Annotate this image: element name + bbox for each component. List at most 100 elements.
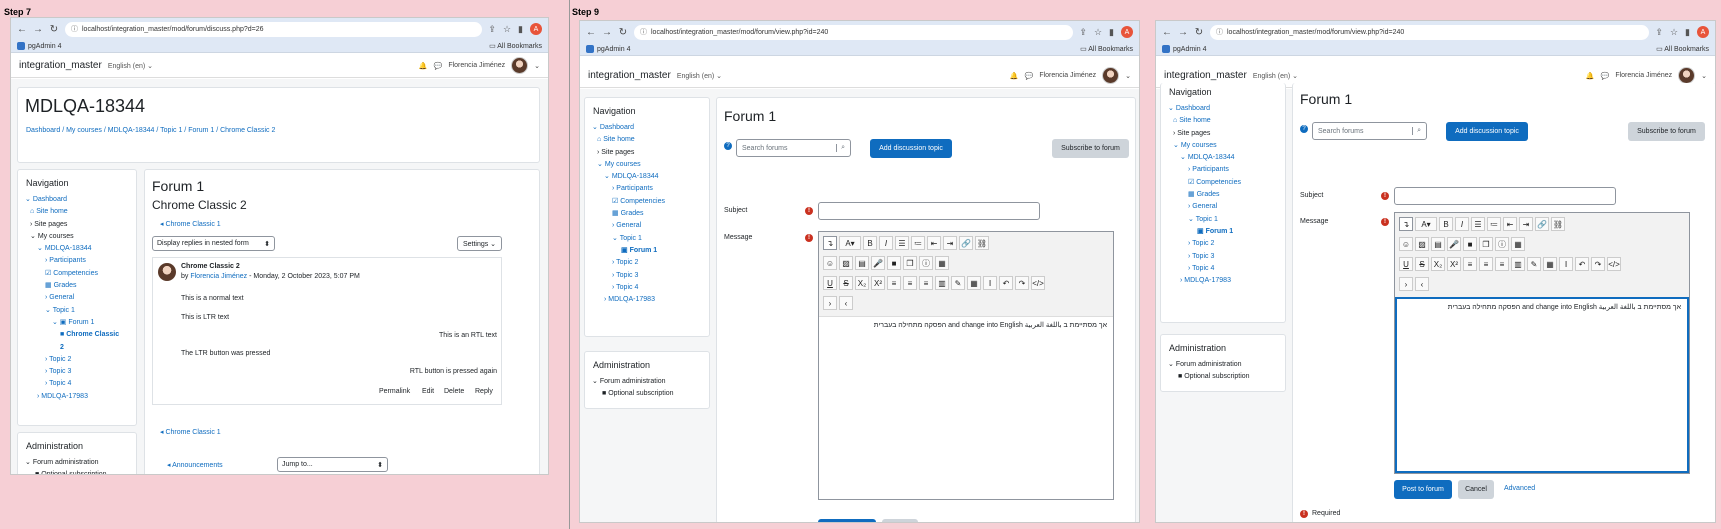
table-icon[interactable]: ▦ (967, 276, 981, 290)
nav-topic2[interactable]: › Topic 2 (25, 354, 136, 366)
h5p-icon[interactable]: ⓘ (919, 256, 933, 270)
record-video-icon[interactable]: ■ (1463, 237, 1477, 251)
direction-icon[interactable]: ↴ (1399, 217, 1413, 231)
optional-subscription[interactable]: ■ Optional subscription (1168, 371, 1285, 383)
reload-icon[interactable]: ↻ (618, 27, 628, 38)
nav-dashboard[interactable]: ⌄ Dashboard (1168, 103, 1285, 115)
nav-topic2[interactable]: › Topic 2 (592, 257, 709, 269)
outdent-icon[interactable]: ⇤ (927, 236, 941, 250)
html-icon[interactable]: </> (1607, 257, 1621, 271)
record-audio-icon[interactable]: 🎤 (1447, 237, 1461, 251)
bookmark-pgadmin[interactable]: pgAdmin 4 (17, 42, 61, 50)
avatar[interactable] (1102, 67, 1120, 84)
crumb[interactable]: Topic 1 (160, 127, 182, 134)
back-icon[interactable]: ← (586, 27, 596, 38)
redo-icon[interactable]: ↷ (1015, 276, 1029, 290)
unlink-icon[interactable]: ⛓ (1551, 217, 1565, 231)
edit-icon[interactable]: ✎ (951, 276, 965, 290)
emoji-icon[interactable]: ☺ (823, 256, 837, 270)
optional-subscription[interactable]: ■ Optional subscription (25, 469, 136, 474)
nav-dashboard[interactable]: ⌄ Dashboard (25, 194, 136, 206)
search-icon[interactable]: ⌕ (1412, 127, 1421, 135)
nav-topic2[interactable]: › Topic 2 (1168, 238, 1285, 250)
permalink-link[interactable]: Permalink (379, 388, 410, 395)
align-right-icon[interactable]: ≡ (1495, 257, 1509, 271)
nav-site-pages[interactable]: › Site pages (592, 147, 709, 159)
address-bar[interactable]: ⓘ localhost/integration_master/mod/forum/… (1210, 24, 1650, 40)
nav-grades[interactable]: ▦ Grades (25, 280, 136, 292)
reload-icon[interactable]: ↻ (49, 24, 59, 35)
search-input[interactable]: Search forums ⌕ (736, 139, 851, 157)
sidepanel-icon[interactable]: ▮ (1685, 27, 1690, 38)
user-name[interactable]: Florencia Jiménez (448, 62, 505, 69)
bell-icon[interactable]: 🔔 (1586, 72, 1595, 80)
share-icon[interactable]: ⇪ (1655, 27, 1663, 38)
nav-competencies[interactable]: ☑ Competencies (1168, 177, 1285, 189)
record-audio-icon[interactable]: 🎤 (871, 256, 885, 270)
nav-course[interactable]: ⌄ MDLQA-18344 (592, 171, 709, 183)
nav-course[interactable]: ⌄ MDLQA-18344 (25, 243, 136, 255)
crumb[interactable]: Forum 1 (188, 127, 214, 134)
delete-link[interactable]: Delete (444, 388, 464, 395)
address-bar[interactable]: ⓘ localhost/integration_master/mod/forum/… (65, 21, 483, 37)
nav-participants[interactable]: › Participants (1168, 164, 1285, 176)
media-icon[interactable]: ▤ (855, 256, 869, 270)
edit-icon[interactable]: ✎ (1527, 257, 1541, 271)
chat-icon[interactable]: 💬 (434, 62, 443, 70)
nav-my-courses[interactable]: ⌄ My courses (1168, 140, 1285, 152)
subscript-icon[interactable]: X₂ (855, 276, 869, 290)
nav-my-courses[interactable]: ⌄ My courses (592, 159, 709, 171)
nav-competencies[interactable]: ☑ Competencies (25, 268, 136, 280)
crumb[interactable]: Chrome Classic 2 (220, 127, 275, 134)
share-icon[interactable]: ⇪ (488, 24, 496, 35)
chat-icon[interactable]: 💬 (1601, 72, 1610, 80)
nav-site-home[interactable]: ⌂ Site home (592, 134, 709, 146)
underline-icon[interactable]: U (1399, 257, 1413, 271)
number-list-icon[interactable]: ≔ (911, 236, 925, 250)
indent-icon[interactable]: ⇥ (943, 236, 957, 250)
nav-topic4[interactable]: › Topic 4 (592, 282, 709, 294)
equation-icon[interactable]: ▥ (1511, 257, 1525, 271)
cursor-icon[interactable]: Ⅰ (1559, 257, 1573, 271)
nav-grades[interactable]: ▦ Grades (1168, 189, 1285, 201)
nav-other-course[interactable]: › MDLQA-17983 (592, 294, 709, 306)
html-icon[interactable]: </> (1031, 276, 1045, 290)
avatar[interactable] (511, 57, 529, 74)
align-left-icon[interactable]: ≡ (887, 276, 901, 290)
table-icon[interactable]: ▦ (1543, 257, 1557, 271)
underline-icon[interactable]: U (823, 276, 837, 290)
bell-icon[interactable]: 🔔 (419, 62, 428, 70)
bold-icon[interactable]: B (863, 236, 877, 250)
table-grid-icon[interactable]: ▦ (935, 256, 949, 270)
font-size-icon[interactable]: A▾ (1415, 217, 1437, 231)
language-menu[interactable]: English (en) ⌄ (108, 62, 153, 70)
align-left-icon[interactable]: ≡ (1463, 257, 1477, 271)
h5p-icon[interactable]: ⓘ (1495, 237, 1509, 251)
back-icon[interactable]: ← (17, 24, 27, 35)
nav-dashboard[interactable]: ⌄ Dashboard (592, 122, 709, 134)
subject-field[interactable] (818, 202, 1040, 220)
display-mode-select[interactable]: Display replies in nested form ⬍ (152, 236, 275, 251)
forward-icon[interactable]: → (1178, 27, 1188, 38)
nav-participants[interactable]: › Participants (25, 255, 136, 267)
direction-icon[interactable]: ↴ (823, 236, 837, 250)
nav-other-course[interactable]: › MDLQA-17983 (1168, 275, 1285, 287)
subject-field[interactable] (1394, 187, 1616, 205)
manage-files-icon[interactable]: ❐ (903, 256, 917, 270)
sidepanel-icon[interactable]: ▮ (518, 24, 523, 35)
help-icon[interactable]: ? (724, 142, 732, 150)
language-menu[interactable]: English (en) ⌄ (1253, 72, 1298, 80)
sidepanel-icon[interactable]: ▮ (1109, 27, 1114, 38)
strikethrough-icon[interactable]: S (839, 276, 853, 290)
message-editor[interactable]: ↴ A▾ B I ☰ ≔ ⇤ ⇥ 🔗 ⛓ ☺ ▨ ▤ 🎤 ■ ❐ ⓘ ▦ U S X₂ X² ≡ ≡ ≡ ▥ ✎ ▦ Ⅰ ↶ ↷ </> … (818, 231, 1114, 500)
subscript-icon[interactable]: X₂ (1431, 257, 1445, 271)
bookmark-pgadmin[interactable]: pgAdmin 4 (1162, 45, 1206, 53)
profile-icon[interactable]: A (1121, 26, 1133, 38)
image-icon[interactable]: ▨ (839, 256, 853, 270)
ltr-icon[interactable]: › (1399, 277, 1413, 291)
message-editor[interactable]: ↴ A▾ B I ☰ ≔ ⇤ ⇥ 🔗 ⛓ ☺ ▨ ▤ 🎤 ■ ❐ ⓘ ▦ U S X₂ X² ≡ ≡ ≡ ▥ ✎ ▦ Ⅰ ↶ ↷ </> … (1394, 212, 1690, 474)
rtl-icon[interactable]: ‹ (1415, 277, 1429, 291)
nav-other-course[interactable]: › MDLQA-17983 (25, 391, 136, 403)
superscript-icon[interactable]: X² (1447, 257, 1461, 271)
nav-forum1[interactable]: ⌄ ▣ Forum 1 (25, 317, 136, 329)
